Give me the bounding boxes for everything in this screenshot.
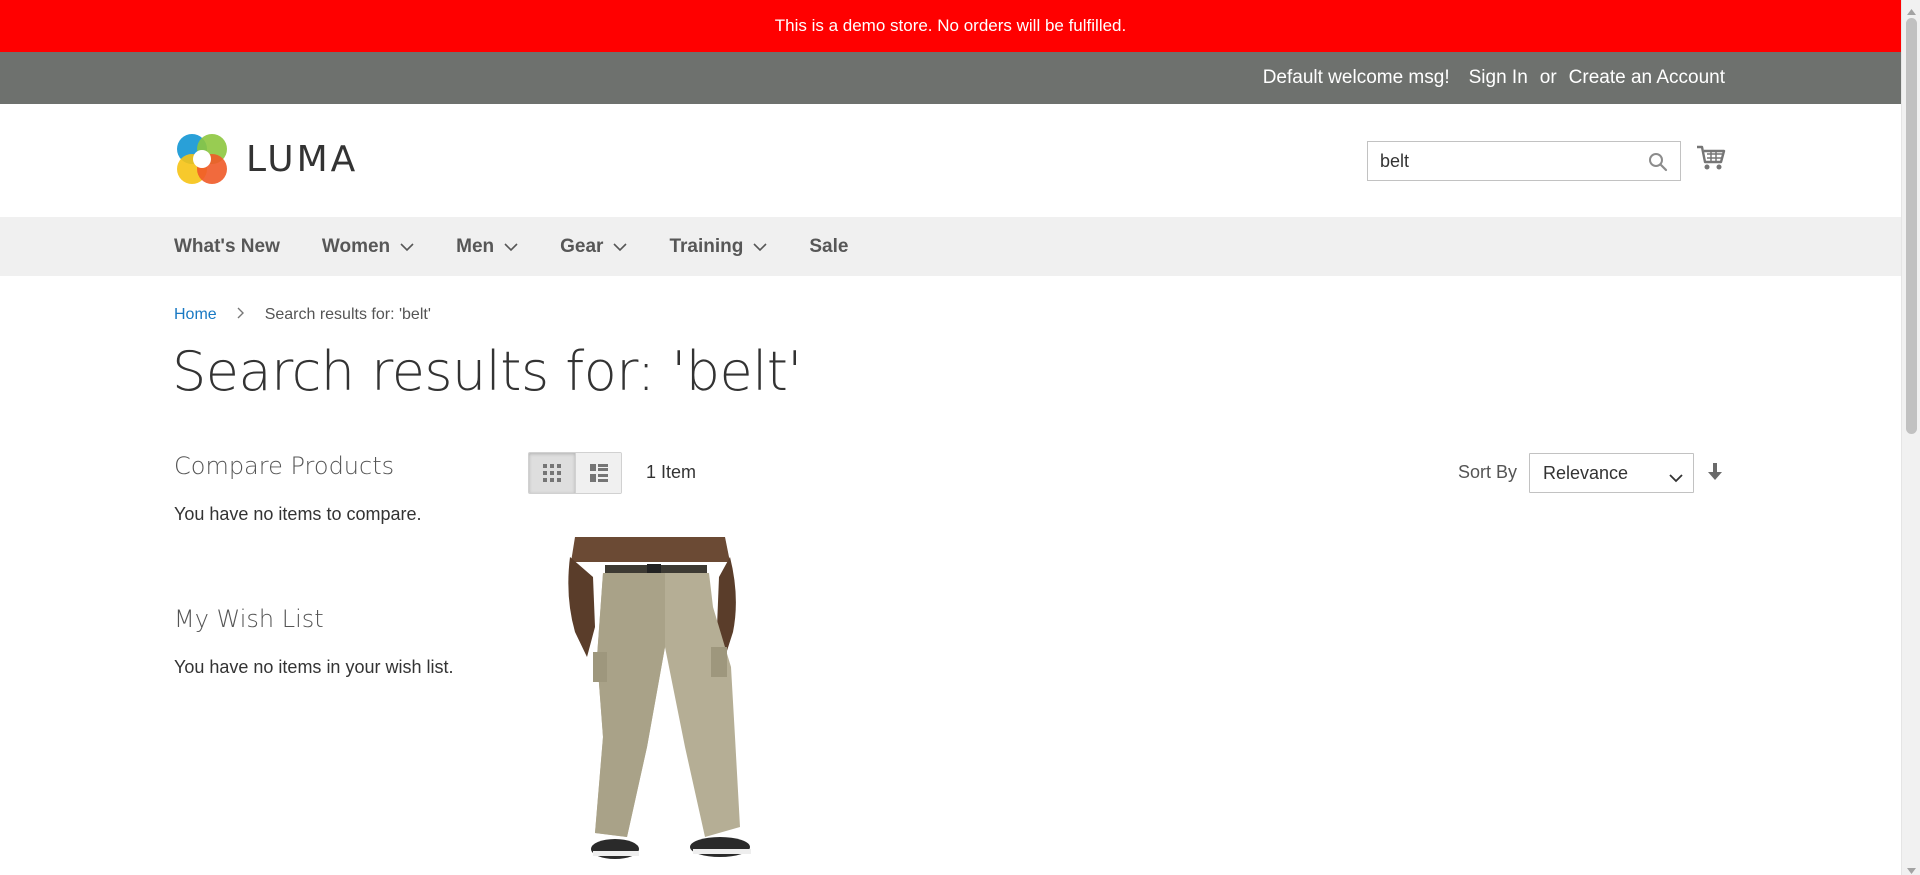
logo[interactable]: LUMA	[174, 131, 358, 187]
breadcrumb-home-link[interactable]: Home	[174, 306, 217, 324]
toolbar-amount: 1 Item	[646, 462, 697, 482]
sort-by-select[interactable]: Relevance	[1529, 453, 1694, 493]
grid-icon	[543, 464, 561, 482]
welcome-message: Default welcome msg!	[1262, 67, 1450, 88]
header-links: Default welcome msg! Sign In or Create a…	[1263, 52, 1725, 104]
nav-item-men[interactable]: Men	[456, 236, 518, 258]
list-view-button[interactable]	[575, 453, 621, 493]
nav-item-label: What's New	[174, 235, 280, 257]
sort-by-label: Sort By	[1458, 462, 1518, 482]
demo-notice-text: This is a demo store. No orders will be …	[774, 16, 1127, 35]
or-text: or	[1539, 67, 1557, 88]
nav-item-label: Sale	[809, 235, 849, 257]
wishlist-empty-text: You have no items in your wish list.	[174, 657, 454, 677]
create-account-link[interactable]: Create an Account	[1569, 67, 1725, 89]
search-input[interactable]	[1380, 150, 1640, 172]
compare-title: Compare Products	[174, 452, 395, 480]
breadcrumb-current: Search results for: 'belt'	[264, 306, 431, 323]
product-image[interactable]	[535, 537, 803, 871]
chevron-down-icon	[613, 236, 628, 258]
view-mode-switch	[528, 452, 622, 494]
nav-item-label: Training	[669, 235, 744, 257]
grid-view-button[interactable]	[529, 453, 575, 493]
luma-logo-icon	[177, 134, 227, 184]
sort-direction-icon[interactable]	[1708, 462, 1722, 487]
wishlist-block: My Wish List You have no items in your w…	[174, 605, 494, 678]
scroll-up-icon[interactable]	[1906, 3, 1917, 15]
page-scrollbar[interactable]	[1901, 0, 1920, 875]
nav-item-whats-new[interactable]: What's New	[174, 236, 280, 258]
scroll-down-icon[interactable]	[1906, 862, 1917, 874]
products-toolbar: 1 Item Sort By Relevance	[528, 452, 1728, 494]
compare-block: Compare Products You have no items to co…	[174, 452, 494, 525]
panel-header: Default welcome msg! Sign In or Create a…	[0, 52, 1901, 104]
chevron-right-icon	[237, 306, 245, 324]
page-title: Search results for: 'belt'	[172, 340, 802, 403]
nav-item-label: Gear	[560, 235, 604, 257]
list-icon	[589, 464, 608, 482]
wishlist-title: My Wish List	[174, 605, 324, 633]
sidebar: Compare Products You have no items to co…	[174, 452, 494, 678]
product-photo-pants	[568, 537, 751, 859]
sign-in-link[interactable]: Sign In	[1469, 67, 1528, 89]
nav-item-label: Women	[321, 235, 391, 257]
main-navigation: What's New Women Men Gear Training Sale	[0, 217, 1901, 276]
nav-item-sale[interactable]: Sale	[809, 236, 848, 258]
chevron-down-icon	[753, 236, 767, 258]
search-icon[interactable]	[1648, 152, 1668, 177]
compare-empty-text: You have no items to compare.	[174, 504, 422, 524]
cart-icon[interactable]	[1696, 144, 1726, 177]
nav-item-gear[interactable]: Gear	[560, 235, 628, 258]
nav-item-label: Men	[456, 235, 495, 257]
nav-item-training[interactable]: Training	[669, 236, 767, 258]
site-header: LUMA	[0, 104, 1901, 217]
nav-item-women[interactable]: Women	[322, 236, 414, 258]
logo-text: LUMA	[246, 138, 359, 180]
breadcrumb: Home Search results for: 'belt'	[174, 306, 431, 324]
chevron-down-icon	[400, 236, 414, 258]
demo-notice-bar: This is a demo store. No orders will be …	[0, 0, 1901, 52]
sort-by-value: Relevance	[1543, 462, 1629, 483]
chevron-down-icon	[504, 236, 518, 258]
search-field[interactable]	[1367, 141, 1681, 181]
chevron-down-icon	[1669, 467, 1683, 488]
scrollbar-thumb[interactable]	[1906, 18, 1917, 434]
